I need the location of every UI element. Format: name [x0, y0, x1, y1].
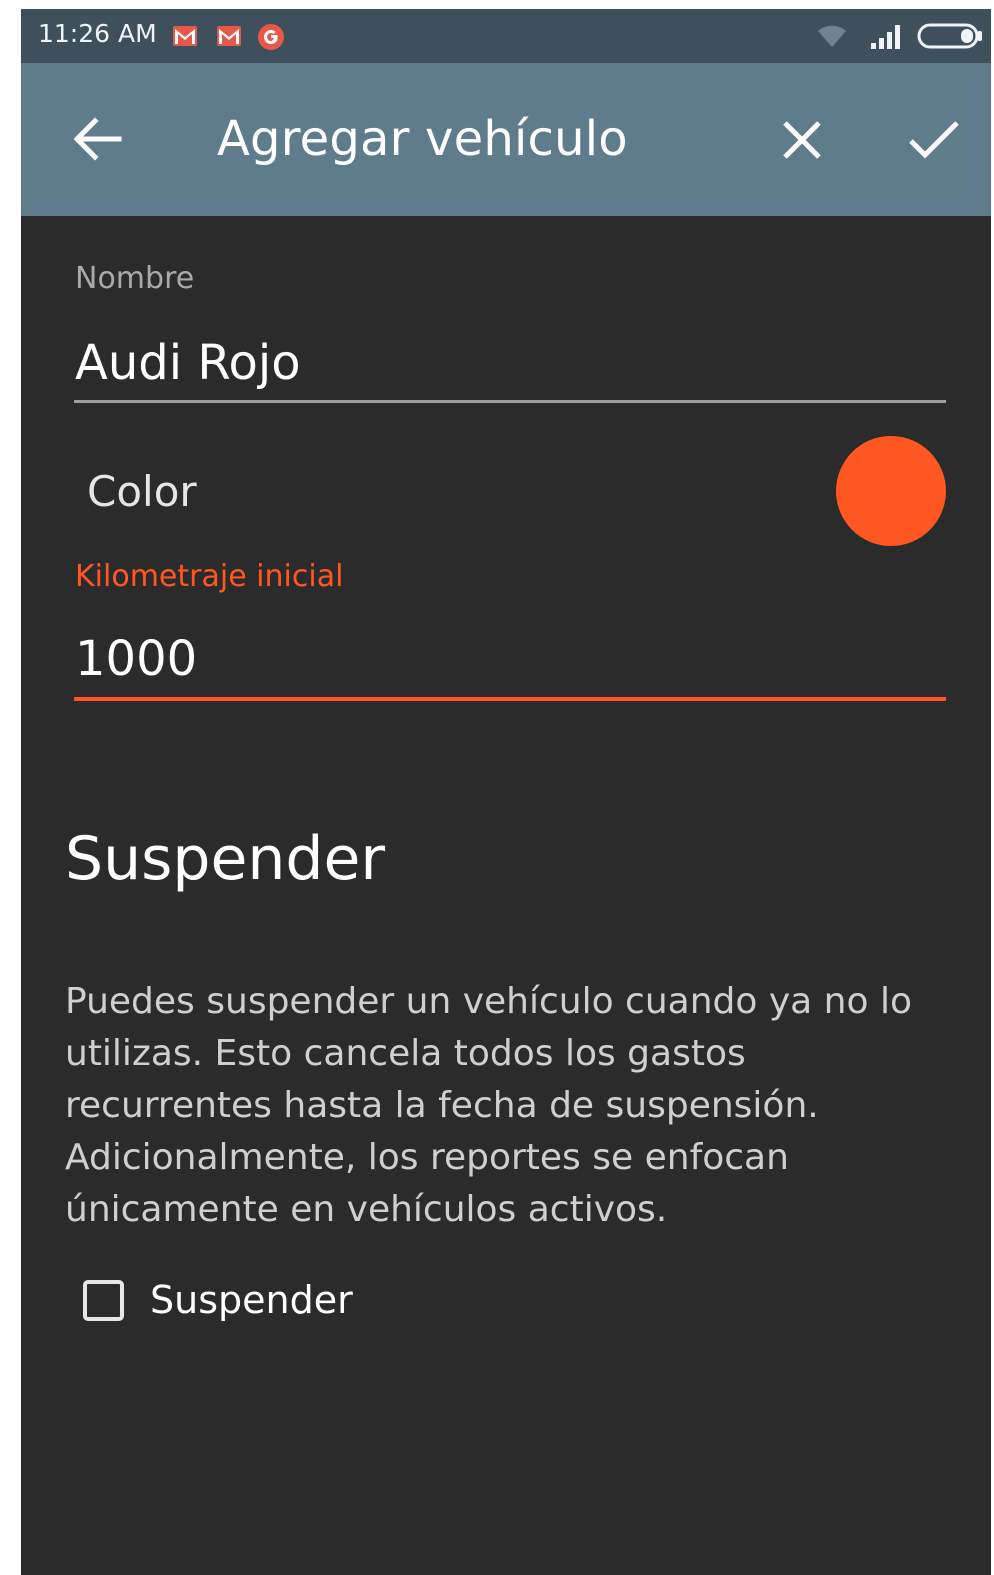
mileage-field-label: Kilometraje inicial — [75, 559, 344, 594]
name-field-label: Nombre — [75, 261, 195, 296]
back-button[interactable] — [63, 104, 133, 174]
gmail-icon — [173, 26, 197, 46]
initial-mileage-field[interactable] — [75, 627, 943, 691]
suspend-section-heading: Suspender — [65, 824, 386, 894]
app-bar: Agregar vehículo — [21, 63, 991, 216]
status-bar: 11:26 AM — [21, 9, 991, 63]
page-title: Agregar vehículo — [217, 111, 628, 167]
google-icon — [258, 24, 284, 50]
color-picker-swatch[interactable] — [836, 436, 946, 546]
name-field[interactable] — [75, 331, 943, 395]
name-field-underline — [74, 400, 946, 403]
suspend-checkbox[interactable] — [83, 1279, 124, 1321]
mileage-field-underline — [74, 697, 946, 701]
gmail-icon — [217, 26, 241, 46]
save-button[interactable] — [894, 104, 974, 176]
app-screen: 11:26 AM Agregar vehículo Nombre Audi Ro… — [21, 9, 991, 1575]
battery-icon — [917, 23, 982, 49]
suspend-checkbox-label[interactable]: Suspender — [150, 1278, 353, 1322]
arrow-left-icon — [73, 117, 122, 161]
status-time: 11:26 AM — [38, 19, 157, 48]
suspend-description: Puedes suspender un vehículo cuando ya n… — [65, 981, 912, 1230]
check-icon — [909, 121, 959, 159]
wifi-icon — [818, 25, 846, 47]
color-label: Color — [87, 467, 197, 516]
suspend-checkbox-row[interactable]: Suspender — [83, 1272, 353, 1328]
signal-icon — [871, 25, 900, 49]
close-icon — [783, 121, 821, 159]
cancel-button[interactable] — [766, 104, 838, 176]
